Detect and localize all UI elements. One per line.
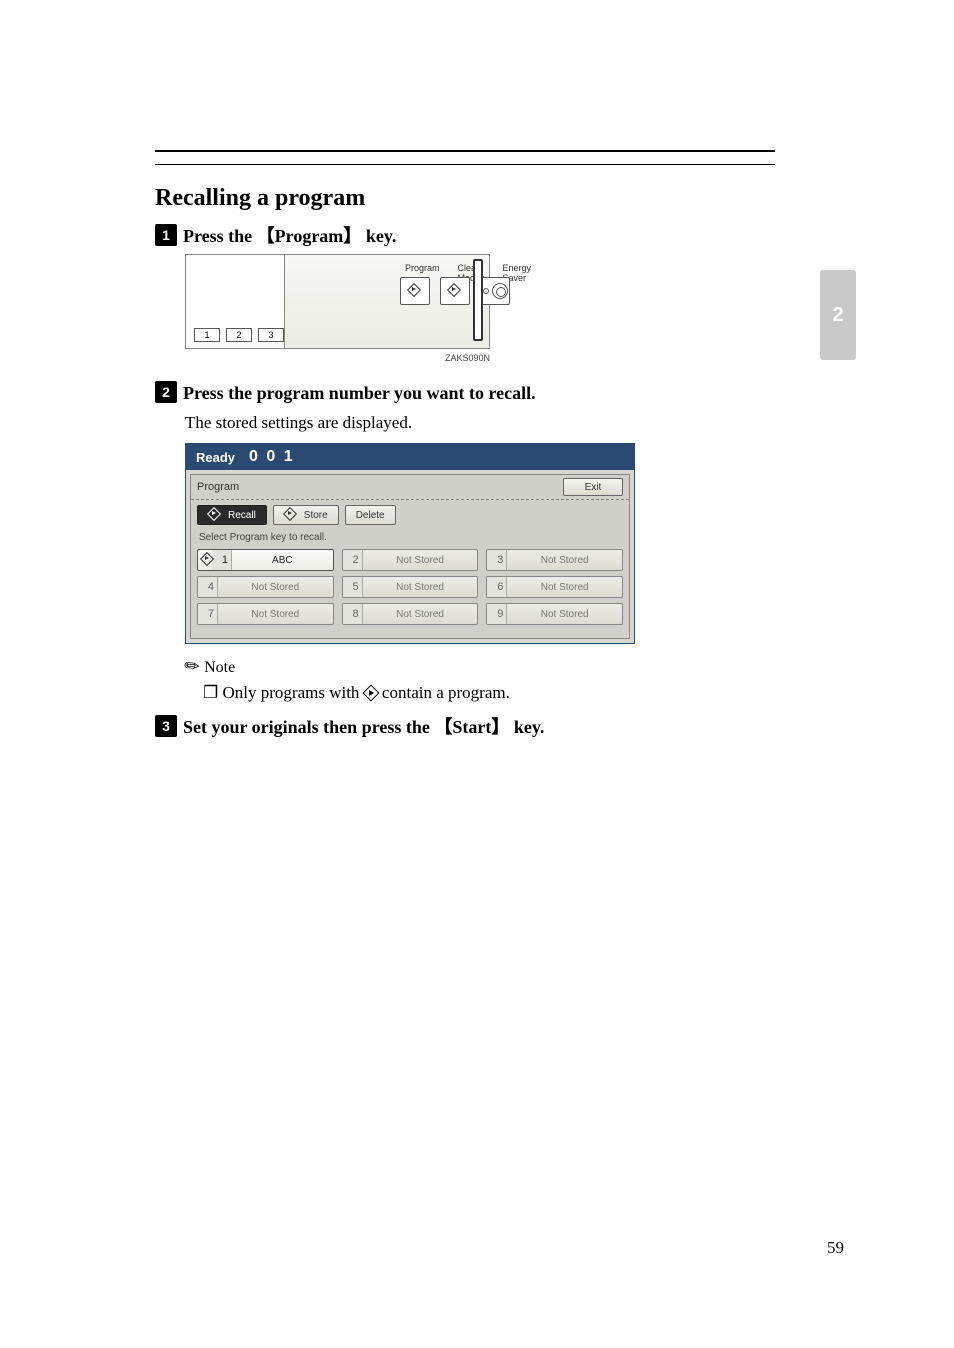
step-number-icon: 1: [155, 224, 177, 246]
program-button: [400, 277, 430, 305]
slot-label: Not Stored: [363, 582, 478, 593]
panel-illustration: Program Clear Modes Energy Saver 1 2 3: [185, 254, 490, 349]
slot-number: 8: [343, 604, 363, 624]
slot-number: 9: [487, 604, 507, 624]
note-item: ❒ Only programs with contain a program.: [203, 681, 775, 705]
indicator-dot-icon: [483, 288, 489, 294]
key-name: Program: [275, 226, 344, 246]
lcd-header: Program Exit: [191, 475, 629, 500]
program-slot-8[interactable]: 8Not Stored: [342, 603, 479, 625]
tab-recall[interactable]: Recall: [197, 505, 267, 525]
step-2: 2 Press the program number you want to r…: [155, 381, 775, 405]
program-slot-5[interactable]: 5Not Stored: [342, 576, 479, 598]
step-3: 3 Set your originals then press the 【Sta…: [155, 715, 775, 739]
clear-modes-button: [440, 277, 470, 305]
panel-strip: Program Clear Modes Energy Saver: [284, 255, 489, 348]
lcd-tabs: Recall Store Delete: [191, 500, 629, 530]
slot-number: 4: [198, 577, 218, 597]
text: key.: [509, 717, 544, 737]
slot-label: Not Stored: [363, 609, 478, 620]
energy-icon: [492, 283, 508, 299]
number-keys: 1 2 3: [194, 328, 284, 342]
text: Set your originals then press the: [183, 717, 434, 737]
program-slot-6[interactable]: 6Not Stored: [486, 576, 623, 598]
slot-label: Not Stored: [507, 555, 622, 566]
page-number: 59: [827, 1238, 844, 1258]
bracket-icon: 【: [434, 717, 452, 737]
tab-label: Store: [304, 510, 328, 521]
lcd-titlebar: Ready 0 0 1: [186, 444, 634, 470]
pencil-icon: ✎: [180, 654, 205, 680]
slot-label: ABC: [232, 555, 333, 566]
slot-label: Not Stored: [218, 582, 333, 593]
step-text: Press the 【Program】 key.: [183, 224, 396, 248]
key-1: 1: [194, 328, 220, 342]
divider: [155, 164, 775, 165]
store-out-icon: [284, 508, 298, 522]
step-body: The stored settings are displayed.: [185, 411, 775, 435]
program-slot-3[interactable]: 3Not Stored: [486, 549, 623, 571]
program-slot-9[interactable]: 9Not Stored: [486, 603, 623, 625]
step-text: Press the program number you want to rec…: [183, 381, 536, 405]
section-title: Recalling a program: [155, 185, 775, 212]
lcd-header-title: Program: [197, 481, 239, 493]
recall-in-icon: [208, 508, 222, 522]
divider: [155, 150, 775, 152]
control-panel-figure: Program Clear Modes Energy Saver 1 2 3: [155, 254, 775, 349]
program-slot-2[interactable]: 2Not Stored: [342, 549, 479, 571]
lcd-screenshot: Ready 0 0 1 Program Exit Recall: [185, 443, 635, 644]
key-2: 2: [226, 328, 252, 342]
grid-row: 7Not Stored 8Not Stored 9Not Stored: [197, 603, 623, 625]
step-text: Set your originals then press the 【Start…: [183, 715, 544, 739]
slot-number: 7: [198, 604, 218, 624]
program-slot-1[interactable]: 1 ABC: [197, 549, 334, 571]
tab-delete[interactable]: Delete: [345, 505, 396, 525]
step-number-icon: 3: [155, 715, 177, 737]
lcd-body: Program Exit Recall Store Delete: [186, 470, 634, 643]
key-name: Start: [452, 717, 491, 737]
program-slot-7[interactable]: 7Not Stored: [197, 603, 334, 625]
note-heading: ✎ Note: [185, 656, 775, 677]
text: Press the: [183, 226, 257, 246]
slot-label: Not Stored: [507, 582, 622, 593]
tab-label: Recall: [228, 510, 256, 521]
figure-code: ZAKS090N: [185, 353, 490, 363]
text: key.: [361, 226, 396, 246]
panel-edge: [473, 259, 483, 341]
lcd-panel: Program Exit Recall Store Delete: [190, 474, 630, 639]
clear-icon: [448, 284, 462, 298]
slot-label: Not Stored: [218, 609, 333, 620]
note-label-text: Note: [204, 659, 235, 676]
bracket-icon: 】: [491, 717, 509, 737]
slot-number: 2: [343, 550, 363, 570]
slot-number: 6: [487, 577, 507, 597]
program-grid: 1 ABC 2Not Stored 3Not Stored 4Not Store…: [191, 545, 629, 638]
stored-icon: [198, 553, 212, 567]
slot-number: 3: [487, 550, 507, 570]
slot-label: Not Stored: [507, 609, 622, 620]
main-content: Recalling a program 1 Press the 【Program…: [155, 150, 775, 745]
grid-row: 1 ABC 2Not Stored 3Not Stored: [197, 549, 623, 571]
slot-label: Not Stored: [363, 555, 478, 566]
tab-store[interactable]: Store: [273, 505, 339, 525]
step-number-icon: 2: [155, 381, 177, 403]
step-1: 1 Press the 【Program】 key.: [155, 224, 775, 248]
chapter-tab: 2: [820, 270, 856, 360]
diamond-arrow-icon: [364, 686, 378, 700]
slot-number: 1: [212, 550, 232, 570]
energy-saver-button: [480, 277, 510, 305]
slot-number: 5: [343, 577, 363, 597]
lcd-hint: Select Program key to recall.: [191, 530, 629, 545]
diamond-arrow-icon: [201, 553, 212, 567]
bracket-icon: 】: [343, 226, 361, 246]
panel-buttons: [400, 277, 510, 305]
exit-button[interactable]: Exit: [563, 478, 623, 496]
lcd-status-ready: Ready: [196, 450, 235, 465]
grid-row: 4Not Stored 5Not Stored 6Not Stored: [197, 576, 623, 598]
program-icon: [408, 284, 422, 298]
lcd-count: 0 0 1: [249, 448, 295, 466]
bracket-icon: 【: [257, 226, 275, 246]
program-slot-4[interactable]: 4Not Stored: [197, 576, 334, 598]
key-3: 3: [258, 328, 284, 342]
